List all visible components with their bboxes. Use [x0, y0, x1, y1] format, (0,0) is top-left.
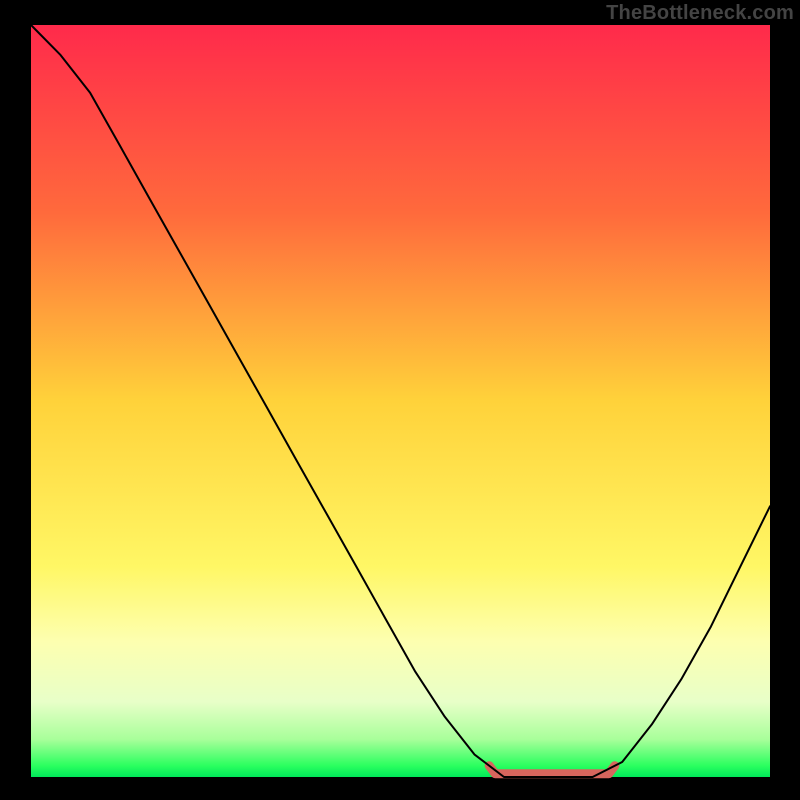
watermark-text: TheBottleneck.com: [606, 2, 794, 25]
chart-container: TheBottleneck.com: [0, 0, 800, 800]
gradient-background: [31, 25, 770, 777]
bottleneck-chart: [0, 0, 800, 800]
